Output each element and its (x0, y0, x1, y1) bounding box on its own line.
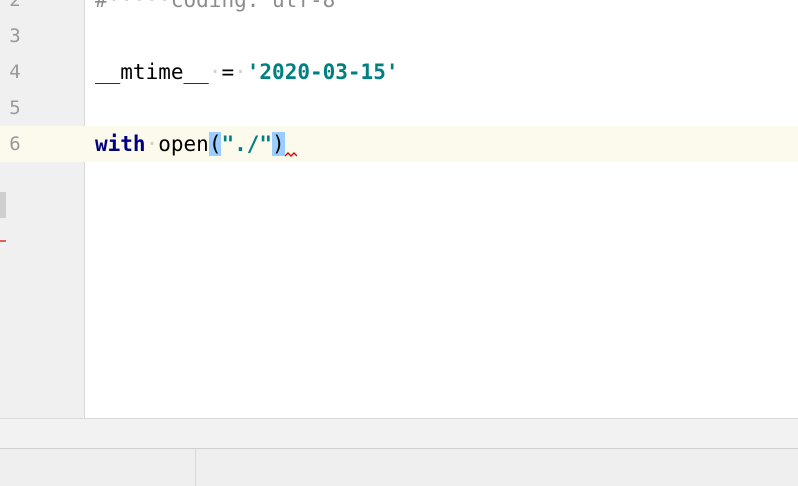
status-separator (195, 449, 196, 486)
code-line-4[interactable]: 4 __mtime__·=·'2020-03-15' (0, 54, 798, 90)
line-number: 6 (9, 133, 21, 155)
assign-operator: = (221, 60, 235, 84)
code-line-6[interactable]: 6 with·open("./") (0, 126, 798, 162)
variable-name: __mtime__ (95, 60, 209, 84)
status-bar (0, 448, 798, 486)
code-line-2[interactable]: 2 #·····coding: utf-8 (0, 0, 798, 18)
code-text: #·····coding: utf-8 (95, 0, 335, 18)
open-paren: ( (208, 132, 222, 156)
line-number: 3 (9, 25, 21, 47)
string-literal: '2020-03-15' (246, 60, 399, 84)
keyword-with: with (95, 132, 146, 156)
code-line-5[interactable]: 5 (0, 90, 798, 126)
line-number: 2 (9, 0, 21, 11)
error-stripe-marker[interactable] (0, 240, 6, 242)
close-paren: ) (272, 132, 285, 156)
code-text: __mtime__·=·'2020-03-15' (95, 60, 399, 84)
line-number: 5 (9, 97, 21, 119)
comment-text: coding: utf-8 (170, 0, 336, 12)
comment-hash: # (95, 0, 108, 12)
editor-bottom-panel (0, 418, 798, 449)
line-number: 4 (9, 61, 21, 83)
function-name: open (158, 132, 209, 156)
code-line-3[interactable]: 3 (0, 18, 798, 54)
scroll-marker (0, 192, 6, 218)
code-text: with·open("./") (95, 126, 297, 162)
string-argument: "./" (221, 132, 273, 156)
error-squiggle-icon[interactable] (284, 126, 297, 162)
code-editor[interactable]: 2 #·····coding: utf-8 3 4 __mtime__·=·'2… (0, 0, 798, 418)
